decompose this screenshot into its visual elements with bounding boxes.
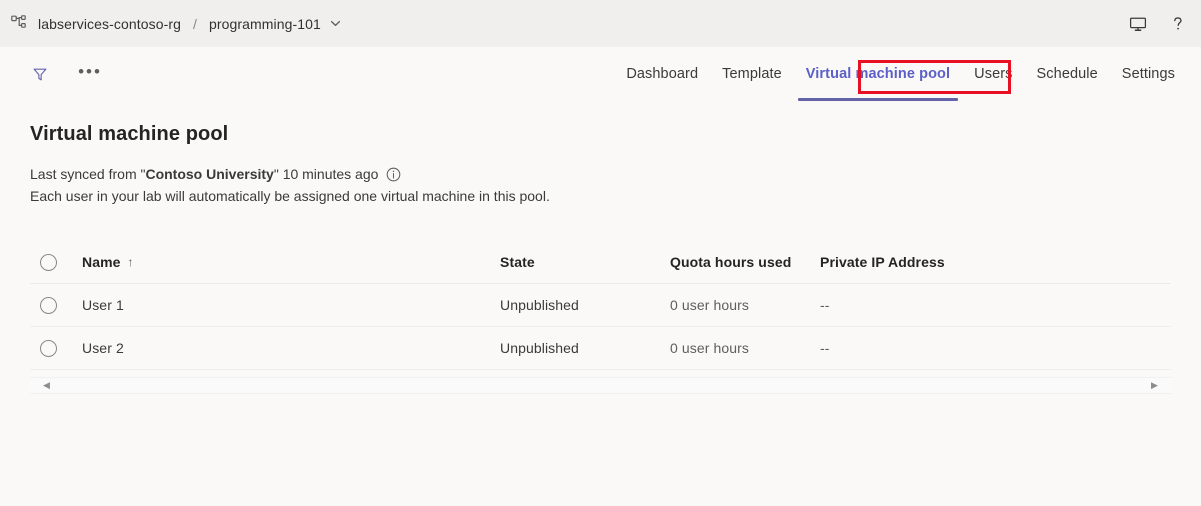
pool-description-line: Each user in your lab will automatically… — [30, 185, 1171, 207]
page-title: Virtual machine pool — [30, 102, 1171, 146]
tab-list: Dashboard Template Virtual machine pool … — [614, 47, 1187, 101]
cell-name: User 2 — [82, 340, 500, 356]
tab-dashboard[interactable]: Dashboard — [614, 47, 710, 101]
cell-name: User 1 — [82, 297, 500, 313]
table-row[interactable]: User 1 Unpublished 0 user hours -- — [30, 284, 1171, 327]
chevron-down-icon[interactable] — [330, 18, 341, 29]
scroll-right-arrow-icon[interactable]: ▶ — [1146, 378, 1163, 393]
column-header-quota-hours-used[interactable]: Quota hours used — [670, 254, 820, 270]
horizontal-scrollbar[interactable]: ◀ ▶ — [30, 377, 1171, 394]
display-icon[interactable] — [1123, 9, 1153, 39]
row-select-radio[interactable] — [40, 297, 57, 314]
tab-virtual-machine-pool[interactable]: Virtual machine pool — [794, 47, 962, 101]
scroll-left-arrow-icon[interactable]: ◀ — [38, 378, 55, 393]
info-icon[interactable] — [386, 167, 401, 182]
command-bar: ••• Dashboard Template Virtual machine p… — [0, 47, 1201, 103]
last-synced-suffix: " 10 minutes ago — [274, 163, 379, 185]
tab-settings[interactable]: Settings — [1110, 47, 1187, 101]
table-header-row: Name ↑ State Quota hours used Private IP… — [30, 241, 1171, 284]
help-icon[interactable] — [1163, 9, 1193, 39]
tab-schedule[interactable]: Schedule — [1025, 47, 1110, 101]
tab-users[interactable]: Users — [962, 47, 1024, 101]
tab-template[interactable]: Template — [710, 47, 794, 101]
top-bar-actions — [1123, 0, 1193, 47]
column-header-name-label: Name — [82, 254, 121, 270]
last-synced-line: Last synced from "Contoso University" 10… — [30, 163, 1171, 185]
resource-group-icon — [8, 13, 30, 35]
cell-private-ip-address: -- — [820, 340, 1040, 356]
cell-state: Unpublished — [500, 297, 670, 313]
table-row[interactable]: User 2 Unpublished 0 user hours -- — [30, 327, 1171, 370]
last-synced-source: Contoso University — [145, 163, 273, 185]
cell-quota-hours-used: 0 user hours — [670, 340, 820, 356]
main-content: Virtual machine pool Last synced from "C… — [0, 102, 1201, 506]
last-synced-prefix: Last synced from " — [30, 163, 145, 185]
column-header-state[interactable]: State — [500, 254, 670, 270]
column-header-private-ip-address[interactable]: Private IP Address — [820, 254, 1040, 270]
command-bar-left: ••• — [26, 47, 104, 101]
breadcrumb-separator: / — [193, 16, 197, 32]
breadcrumb-resource-group[interactable]: labservices-contoso-rg — [38, 16, 181, 32]
row-select-cell — [30, 340, 82, 357]
select-all-radio[interactable] — [40, 254, 57, 271]
breadcrumb: labservices-contoso-rg / programming-101 — [8, 0, 341, 47]
cell-quota-hours-used: 0 user hours — [670, 297, 820, 313]
sort-ascending-icon: ↑ — [128, 255, 134, 269]
row-select-cell — [30, 297, 82, 314]
cell-state: Unpublished — [500, 340, 670, 356]
pool-description-text: Each user in your lab will automatically… — [30, 185, 550, 207]
select-all-cell — [30, 254, 82, 271]
row-select-radio[interactable] — [40, 340, 57, 357]
more-options-button[interactable]: ••• — [76, 60, 104, 88]
top-bar: labservices-contoso-rg / programming-101 — [0, 0, 1201, 47]
cell-private-ip-address: -- — [820, 297, 1040, 313]
breadcrumb-current-lab[interactable]: programming-101 — [209, 16, 321, 32]
virtual-machine-table: Name ↑ State Quota hours used Private IP… — [30, 241, 1171, 394]
filter-icon[interactable] — [26, 60, 54, 88]
column-header-name[interactable]: Name ↑ — [82, 254, 500, 270]
lab-services-app: labservices-contoso-rg / programming-101 — [0, 0, 1201, 506]
page-description: Last synced from "Contoso University" 10… — [30, 163, 1171, 207]
